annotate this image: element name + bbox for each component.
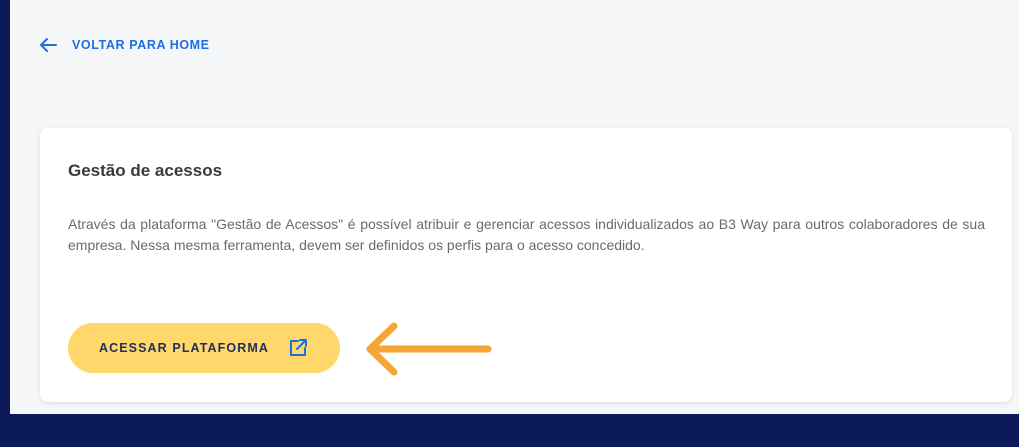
- arrow-left-icon: [38, 37, 58, 53]
- access-management-card: Gestão de acessos Através da plataforma …: [40, 128, 1012, 402]
- access-platform-label: ACESSAR PLATAFORMA: [98, 341, 270, 355]
- access-platform-button[interactable]: ACESSAR PLATAFORMA: [68, 323, 340, 373]
- back-to-home-link[interactable]: VOLTAR PARA HOME: [38, 37, 210, 53]
- page-content: VOLTAR PARA HOME Gestão de acessos Atrav…: [10, 0, 1019, 414]
- external-link-icon: [287, 337, 309, 359]
- arrow-left-annotation-icon: [358, 320, 494, 383]
- back-link-label: VOLTAR PARA HOME: [72, 38, 210, 52]
- card-title: Gestão de acessos: [68, 161, 223, 180]
- card-description: Através da plataforma "Gestão de Acessos…: [68, 216, 985, 253]
